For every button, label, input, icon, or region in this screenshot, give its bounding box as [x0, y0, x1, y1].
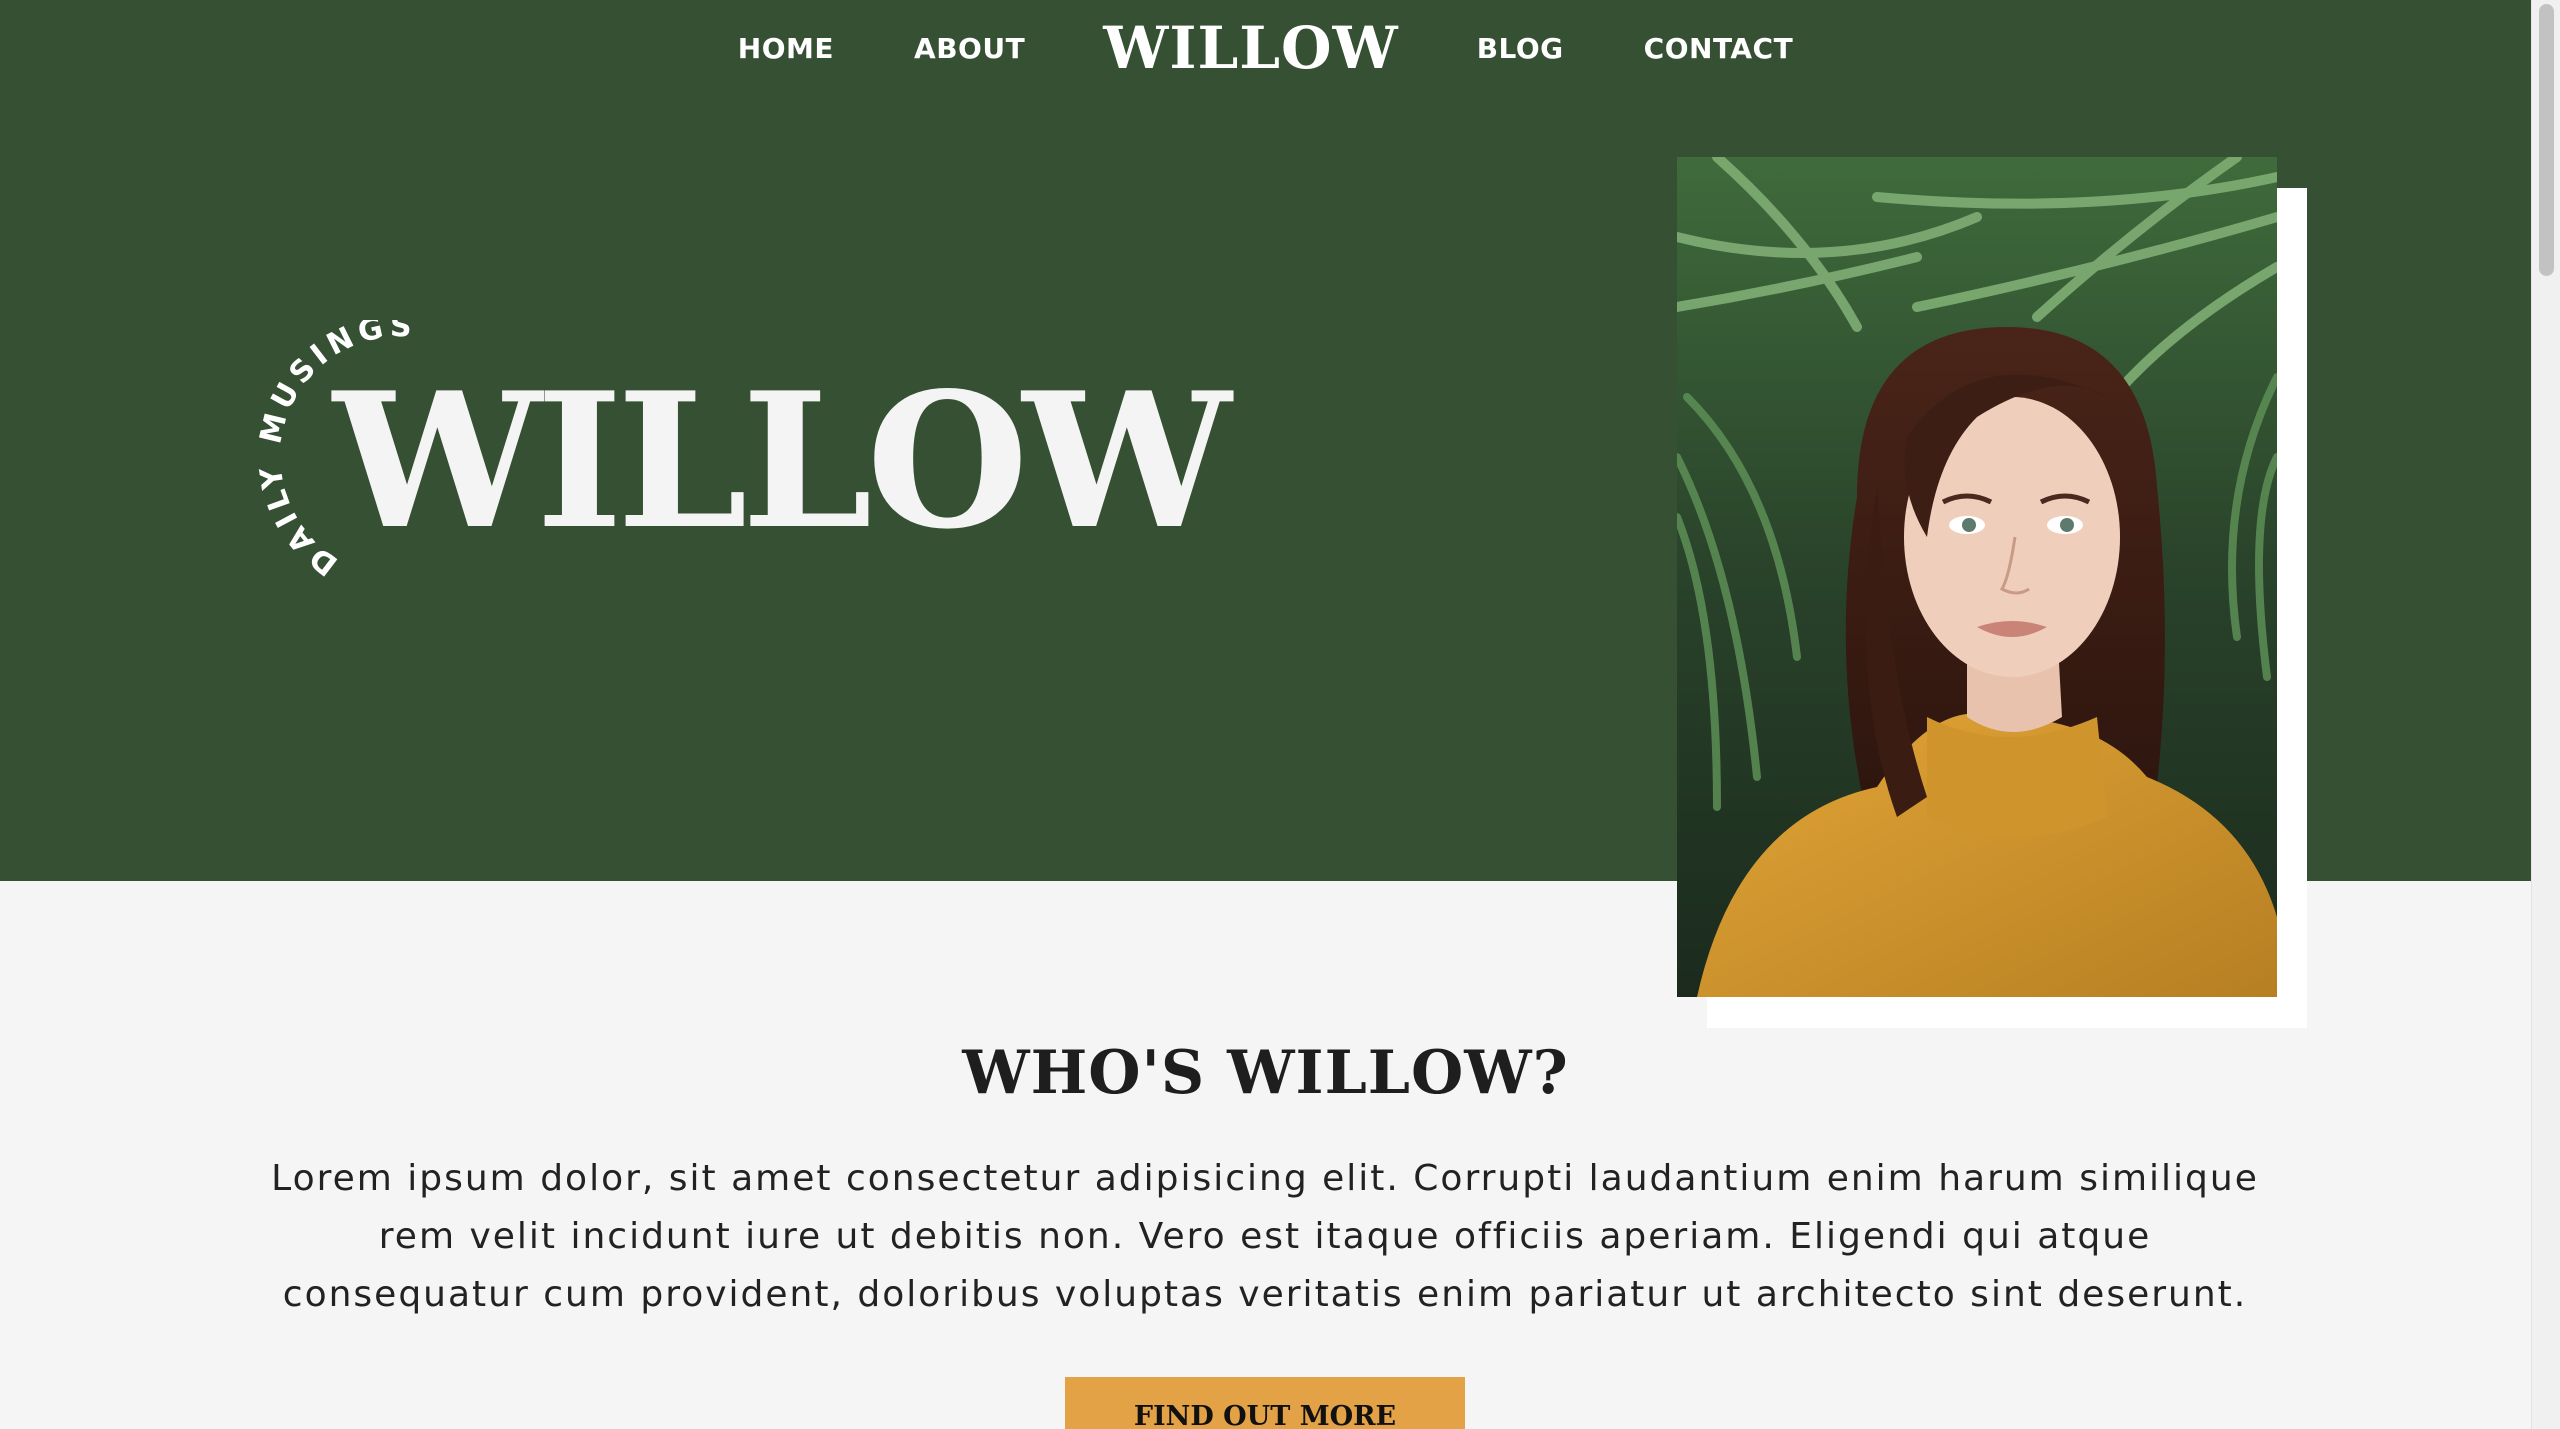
page-scrollbar[interactable] — [2531, 0, 2560, 1429]
page: HOME ABOUT WILLOW BLOG CONTACT DAILY MUS… — [0, 0, 2560, 1429]
nav-link-contact[interactable]: CONTACT — [1644, 32, 1794, 65]
nav-link-home[interactable]: HOME — [738, 32, 834, 65]
portrait-illustration — [1677, 157, 2277, 997]
hero-title: WILLOW — [333, 351, 1231, 570]
scrollbar-thumb[interactable] — [2539, 4, 2554, 276]
about-body-text: Lorem ipsum dolor, sit amet consectetur … — [271, 1158, 2259, 1315]
nav-link-about[interactable]: ABOUT — [914, 32, 1025, 65]
hero-portrait-photo — [1677, 157, 2277, 997]
find-out-more-button[interactable]: FIND OUT MORE — [1065, 1377, 1465, 1429]
nav-link-blog[interactable]: BLOG — [1477, 32, 1564, 65]
about-heading: WHO'S WILLOW? — [962, 1038, 1569, 1108]
main-nav: HOME ABOUT WILLOW BLOG CONTACT — [0, 0, 2531, 96]
nav-brand-logo[interactable]: WILLOW — [1103, 19, 1399, 77]
